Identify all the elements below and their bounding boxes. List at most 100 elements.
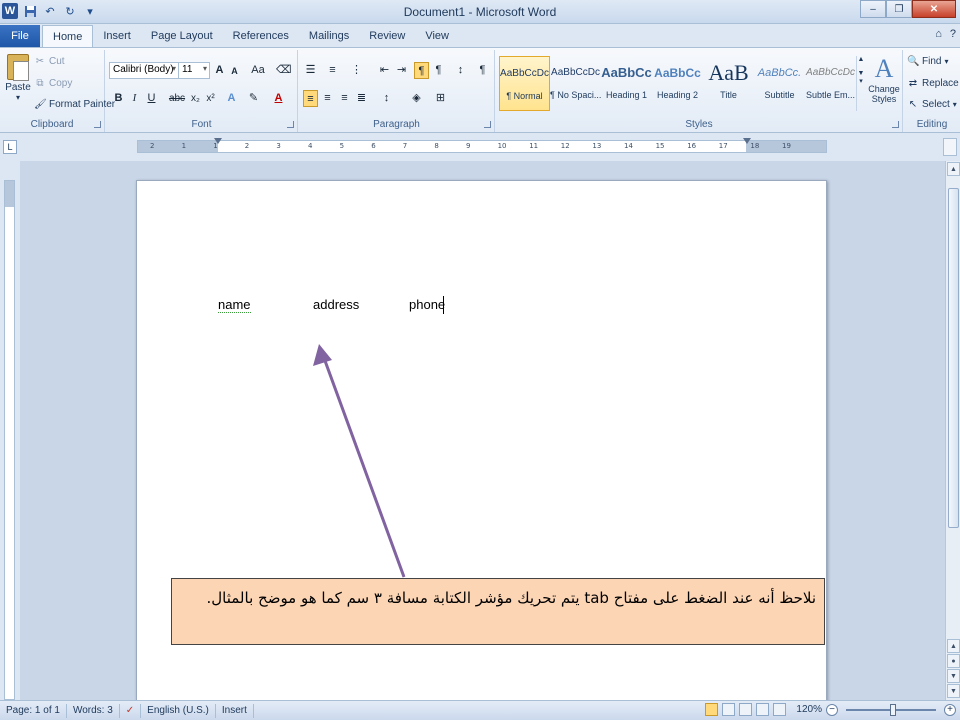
style-subtitle[interactable]: AaBbCc. Subtitle — [754, 56, 805, 111]
print-layout-view-icon[interactable] — [705, 703, 719, 716]
change-styles-icon: A — [874, 54, 894, 83]
status-page[interactable]: Page: 1 of 1 — [0, 703, 67, 718]
sort-icon[interactable]: ↕ — [453, 62, 468, 79]
restore-icon[interactable]: ❐ — [886, 0, 912, 18]
help-icon[interactable]: ? — [950, 28, 956, 40]
status-words[interactable]: Words: 3 — [67, 703, 120, 718]
find-button[interactable]: 🔍 Find ▾ — [907, 56, 948, 67]
replace-button[interactable]: ⇄ Replace — [907, 78, 959, 89]
right-indent-marker[interactable] — [743, 138, 751, 144]
style-heading-1[interactable]: AaBbCc Heading 1 — [601, 56, 652, 111]
align-right-icon[interactable]: ≡ — [337, 90, 352, 107]
font-dialog-launcher-icon[interactable] — [287, 121, 294, 128]
strikethrough-button[interactable]: abc — [168, 90, 186, 107]
format-painter-button[interactable]: 🖌 Format Painter — [34, 99, 115, 110]
zoom-out-icon[interactable]: − — [826, 703, 838, 716]
styles-dialog-launcher-icon[interactable] — [892, 121, 899, 128]
justify-icon[interactable]: ≣ — [354, 90, 369, 107]
tab-view[interactable]: View — [415, 25, 459, 47]
draft-view-icon[interactable] — [773, 703, 787, 716]
line-spacing-icon[interactable]: ↕ — [379, 90, 394, 107]
cut-button[interactable]: ✂ Cut — [34, 56, 65, 67]
doc-word-address[interactable]: address — [313, 297, 359, 312]
bullets-icon[interactable]: ☰ — [303, 62, 318, 79]
paste-button[interactable]: Paste ▾ — [4, 54, 32, 102]
borders-icon[interactable]: ⊞ — [433, 90, 448, 107]
scroll-up-page-icon[interactable]: ▲ — [947, 639, 960, 653]
annotation-callout: نلاحظ أنه عند الضغط على مفتاح tab يتم تح… — [171, 578, 825, 645]
decrease-indent-icon[interactable]: ⇤ — [377, 62, 392, 79]
view-ruler-icon[interactable] — [943, 138, 957, 156]
tab-page-layout[interactable]: Page Layout — [141, 25, 223, 47]
superscript-button[interactable]: x² — [203, 90, 218, 107]
proofing-icon[interactable]: ✓ — [120, 703, 142, 718]
close-icon[interactable]: ✕ — [912, 0, 956, 18]
text-effects-icon[interactable]: A — [224, 90, 239, 107]
vertical-ruler[interactable] — [4, 180, 15, 700]
bold-button[interactable]: B — [111, 90, 126, 107]
first-line-indent-marker[interactable] — [214, 138, 222, 144]
tab-file[interactable]: File — [0, 25, 40, 47]
doc-word-name[interactable]: name — [218, 297, 251, 313]
outline-view-icon[interactable] — [756, 703, 770, 716]
font-color-button[interactable]: A — [271, 90, 286, 107]
scroll-down-page-icon[interactable]: ▼ — [947, 669, 960, 683]
subscript-button[interactable]: x₂ — [188, 90, 203, 107]
shading-icon[interactable]: ◈ — [409, 90, 424, 107]
style-heading-2[interactable]: AaBbCc Heading 2 — [652, 56, 703, 111]
change-styles-button[interactable]: A Change Styles — [866, 54, 902, 104]
web-layout-view-icon[interactable] — [739, 703, 753, 716]
numbering-icon[interactable]: ≡ — [325, 62, 340, 79]
style-subtle-emphasis[interactable]: AaBbCcDc Subtle Em... — [805, 56, 856, 111]
zoom-in-icon[interactable]: + — [944, 703, 956, 716]
show-marks-button[interactable]: ¶ — [475, 62, 490, 79]
italic-button[interactable]: I — [127, 90, 142, 107]
shrink-font-button[interactable]: A — [227, 63, 242, 80]
tab-mailings[interactable]: Mailings — [299, 25, 359, 47]
font-size-dropdown-icon[interactable]: ▾ — [203, 64, 207, 73]
font-size-combo[interactable]: 11 ▾ — [178, 62, 210, 79]
clipboard-dialog-launcher-icon[interactable] — [94, 121, 101, 128]
scroll-down-icon[interactable]: ▼ — [947, 684, 960, 698]
multilevel-list-icon[interactable]: ⋮ — [349, 62, 364, 79]
grow-font-button[interactable]: A — [212, 62, 227, 79]
style-normal[interactable]: AaBbCcDc ¶ Normal — [499, 56, 550, 111]
doc-word-phone[interactable]: phone — [409, 297, 445, 312]
scroll-thumb[interactable] — [948, 188, 959, 528]
vertical-scrollbar[interactable]: ▲ ▲ ● ▼ ▼ — [945, 161, 960, 700]
ltr-direction-icon[interactable]: ¶ — [414, 62, 429, 79]
paste-dropdown-icon[interactable]: ▾ — [4, 93, 32, 102]
zoom-slider[interactable] — [846, 703, 936, 716]
increase-indent-icon[interactable]: ⇥ — [394, 62, 409, 79]
zoom-level[interactable]: 120% — [796, 704, 822, 715]
styles-gallery-scroll[interactable]: ▲ ▼ ▾ — [856, 56, 865, 111]
select-button[interactable]: ↖ Select ▾ — [907, 99, 957, 110]
underline-button[interactable]: U — [144, 90, 159, 107]
tab-review[interactable]: Review — [359, 25, 415, 47]
horizontal-ruler[interactable]: 2 1 1 2 3 4 5 6 7 8 9 10 11 12 13 14 15 16 17 18 19 — [137, 138, 827, 153]
minimize-icon[interactable]: – — [860, 0, 886, 18]
tab-selector-icon[interactable]: L — [3, 140, 17, 154]
highlight-color-icon[interactable]: ✎ — [246, 90, 261, 107]
clear-formatting-icon[interactable]: ⌫ — [276, 62, 292, 79]
style-title[interactable]: AaB Title — [703, 56, 754, 111]
paragraph-dialog-launcher-icon[interactable] — [484, 121, 491, 128]
align-left-icon[interactable]: ≡ — [303, 90, 318, 107]
align-center-icon[interactable]: ≡ — [320, 90, 335, 107]
select-browse-object-icon[interactable]: ● — [947, 654, 960, 668]
tab-home[interactable]: Home — [42, 25, 94, 47]
status-mode[interactable]: Insert — [216, 703, 254, 718]
status-language[interactable]: English (U.S.) — [141, 703, 216, 718]
tab-references[interactable]: References — [223, 25, 299, 47]
full-screen-reading-view-icon[interactable] — [722, 703, 736, 716]
tab-insert[interactable]: Insert — [93, 25, 141, 47]
style-no-spacing[interactable]: AaBbCcDc ¶ No Spaci... — [550, 56, 601, 111]
rtl-direction-icon[interactable]: ¶ — [431, 62, 446, 79]
font-name-dropdown-icon[interactable]: ▾ — [172, 64, 176, 73]
scroll-up-icon[interactable]: ▲ — [947, 162, 960, 176]
zoom-slider-knob[interactable] — [890, 703, 896, 716]
copy-button[interactable]: ⧉ Copy — [34, 78, 72, 89]
minimize-ribbon-icon[interactable]: ⌂ — [935, 28, 942, 40]
change-case-button[interactable]: Aa — [248, 62, 268, 79]
font-name-combo[interactable]: Calibri (Body) ▾ — [109, 62, 179, 79]
